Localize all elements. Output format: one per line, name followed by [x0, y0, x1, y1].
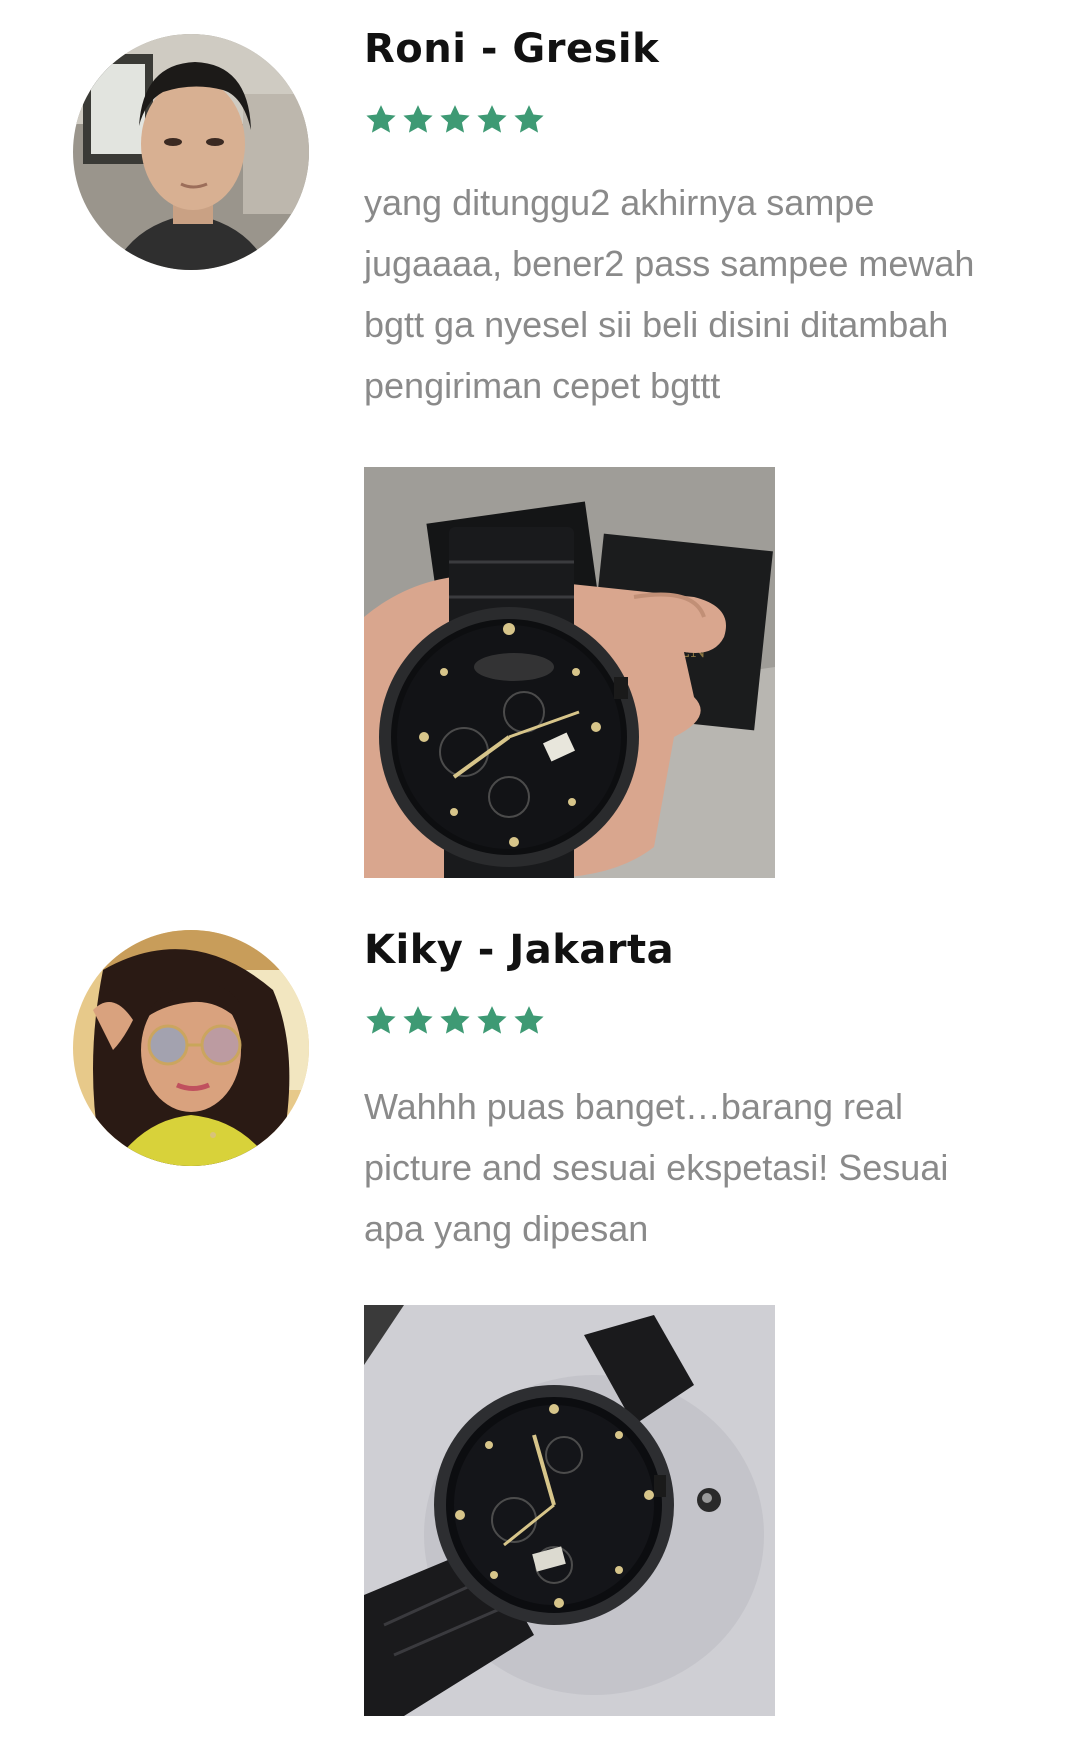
star-icon — [514, 105, 544, 133]
review-card: Kiky - Jakarta Wahhh puas banget…barang … — [0, 900, 1071, 1753]
rating-stars — [364, 103, 546, 137]
reviewer-name: Roni - Gresik — [364, 26, 660, 72]
star-icon — [477, 105, 507, 133]
review-text: Wahhh puas banget…barang real picture an… — [364, 1086, 949, 1249]
reviewer-name: Kiky - Jakarta — [364, 927, 675, 973]
review-photo[interactable]: EEN — [364, 467, 775, 878]
review-photo[interactable] — [364, 1305, 775, 1716]
star-icon — [366, 105, 396, 133]
black-watch-on-table-photo-icon — [364, 1305, 775, 1716]
star-icon — [403, 1006, 433, 1034]
male-customer-avatar-icon — [73, 34, 309, 270]
star-icon — [514, 1006, 544, 1034]
female-customer-avatar-icon — [73, 930, 309, 1166]
review-text: yang ditunggu2 akhirnya sampe jugaaaa, b… — [364, 182, 975, 406]
star-icon — [366, 1006, 396, 1034]
black-watch-in-hand-photo-icon: EEN — [364, 467, 775, 878]
reviewer-avatar — [73, 930, 309, 1166]
review-card: Roni - Gresik yang ditunggu2 akhirnya sa… — [0, 0, 1071, 890]
star-icon — [477, 1006, 507, 1034]
star-icon — [440, 105, 470, 133]
star-icon — [440, 1006, 470, 1034]
rating-stars — [364, 1004, 546, 1038]
star-icon — [403, 105, 433, 133]
reviewer-avatar — [73, 34, 309, 270]
